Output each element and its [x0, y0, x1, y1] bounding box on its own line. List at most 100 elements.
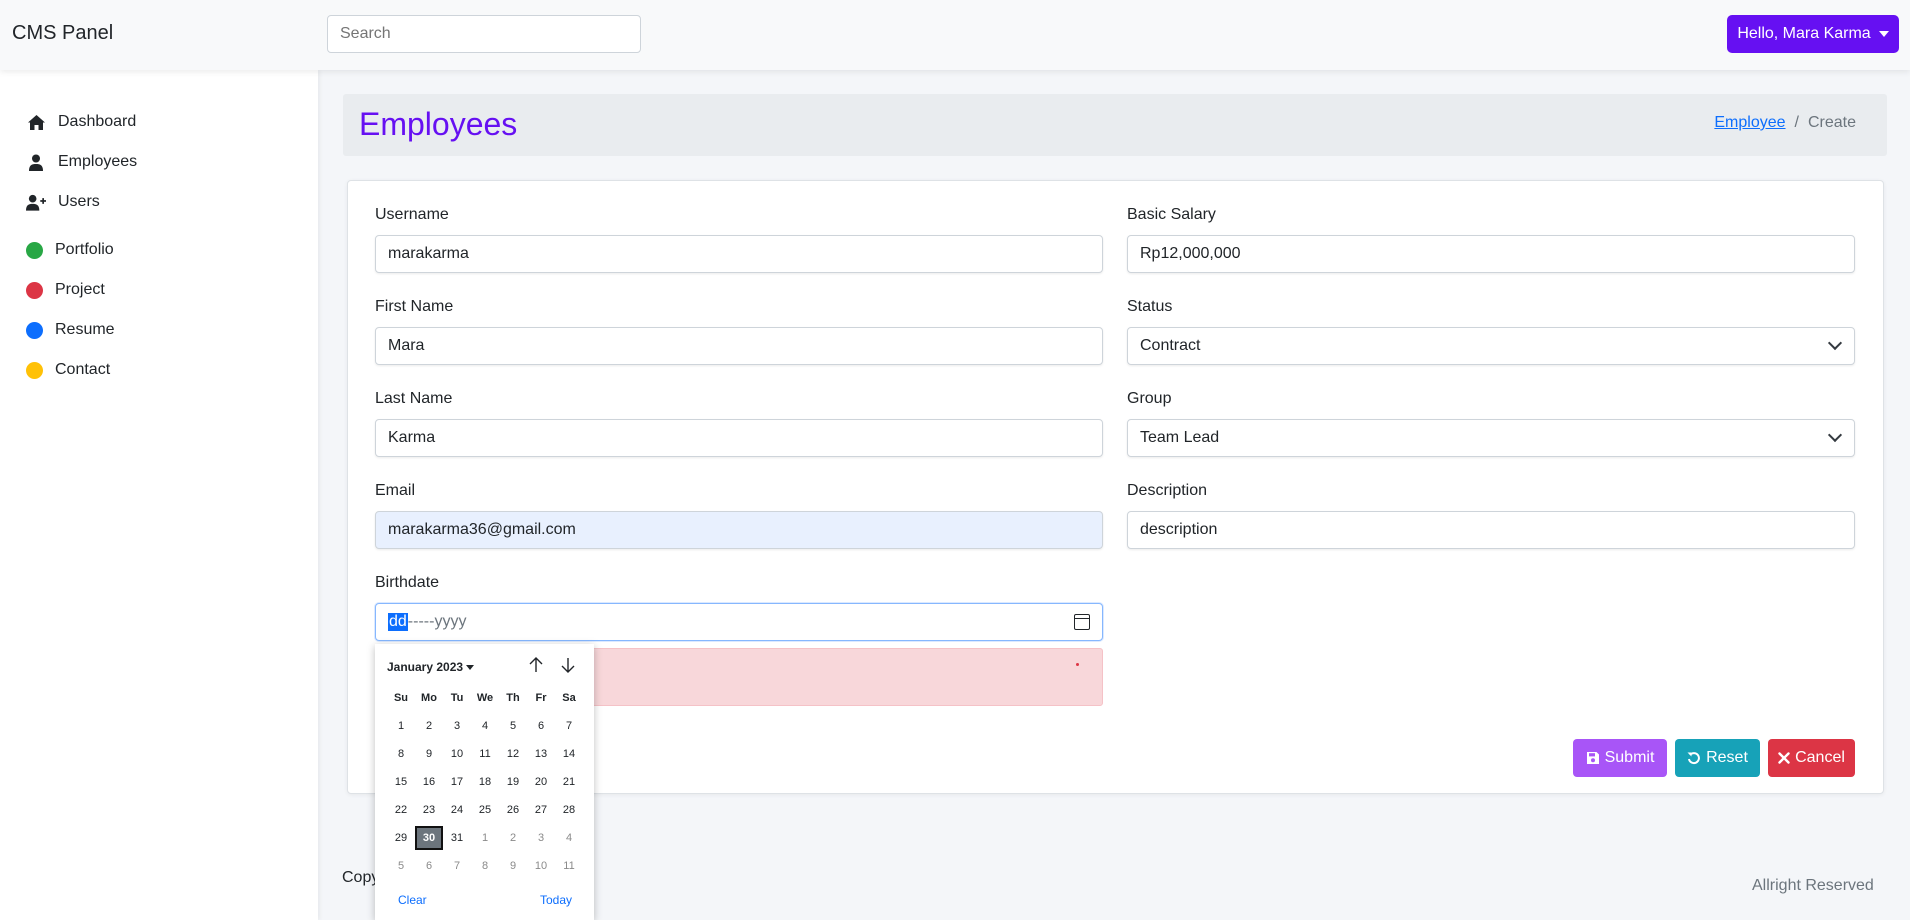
calendar-day[interactable]: 17: [443, 770, 471, 794]
calendar-day[interactable]: 30: [415, 826, 443, 850]
sidebar-item-label: Resume: [55, 321, 115, 338]
user-menu-button[interactable]: Hello, Mara Karma: [1727, 15, 1899, 53]
calendar-day[interactable]: 3: [527, 826, 555, 850]
last-name-input[interactable]: Karma: [375, 419, 1103, 457]
last-name-label: Last Name: [375, 390, 453, 407]
calendar-day[interactable]: 25: [471, 798, 499, 822]
calendar-day[interactable]: 19: [499, 770, 527, 794]
month-year-selector[interactable]: January 2023: [387, 660, 475, 674]
calendar-day[interactable]: 13: [527, 742, 555, 766]
calendar-day[interactable]: 23: [415, 798, 443, 822]
app-title[interactable]: CMS Panel: [12, 22, 113, 45]
calendar-day[interactable]: 3: [443, 714, 471, 738]
calendar-day[interactable]: 28: [555, 798, 583, 822]
calendar-day[interactable]: 2: [415, 714, 443, 738]
calendar-day[interactable]: 26: [499, 798, 527, 822]
calendar-day[interactable]: 29: [387, 826, 415, 850]
email-field[interactable]: marakarma36@gmail.com: [375, 511, 1103, 549]
calendar-day[interactable]: 5: [387, 854, 415, 878]
weekday-label: Tu: [450, 692, 464, 704]
red-dot-icon: [26, 281, 43, 299]
sidebar-item-users[interactable]: Users: [26, 188, 100, 216]
calendar-day[interactable]: 9: [499, 854, 527, 878]
calendar-day[interactable]: 4: [471, 714, 499, 738]
sidebar-item-project[interactable]: Project: [26, 276, 105, 304]
calendar-day[interactable]: 7: [443, 854, 471, 878]
previous-month-button[interactable]: [526, 656, 546, 678]
calendar-day[interactable]: 4: [555, 826, 583, 850]
sidebar-item-label: Portfolio: [55, 241, 114, 258]
sidebar-item-employees[interactable]: Employees: [26, 148, 137, 176]
calendar-icon[interactable]: [1074, 614, 1090, 630]
reset-button[interactable]: Reset: [1675, 739, 1760, 777]
calendar-day[interactable]: 21: [555, 770, 583, 794]
first-name-input[interactable]: Mara: [375, 327, 1103, 365]
weekday-label: Fr: [535, 692, 547, 704]
sidebar-item-contact[interactable]: Contact: [26, 356, 110, 384]
calendar-week-row: 5 6 7 8 9 10 11: [387, 852, 583, 880]
email-value: marakarma36@gmail.com: [388, 521, 576, 538]
calendar-day[interactable]: 6: [415, 854, 443, 878]
basic-salary-label: Basic Salary: [1127, 206, 1216, 223]
calendar-day[interactable]: 11: [471, 742, 499, 766]
calendar-day[interactable]: 14: [555, 742, 583, 766]
blue-dot-icon: [26, 321, 43, 339]
breadcrumb-separator: /: [1794, 114, 1799, 131]
submit-label: Submit: [1604, 749, 1655, 766]
basic-salary-input[interactable]: Rp12,000,000: [1127, 235, 1855, 273]
sidebar-item-resume[interactable]: Resume: [26, 316, 115, 344]
search-input[interactable]: [327, 15, 641, 53]
calendar-day[interactable]: 10: [443, 742, 471, 766]
calendar-day[interactable]: 27: [527, 798, 555, 822]
calendar-day[interactable]: 10: [527, 854, 555, 878]
calendar-week-row: 15 16 17 18 19 20 21: [387, 768, 583, 796]
calendar-day[interactable]: 31: [443, 826, 471, 850]
save-icon: [1586, 752, 1599, 764]
calendar-day[interactable]: 18: [471, 770, 499, 794]
calendar-day[interactable]: 5: [499, 714, 527, 738]
yellow-dot-icon: [26, 361, 43, 379]
group-select[interactable]: Team Lead: [1127, 419, 1855, 457]
calendar-day[interactable]: 15: [387, 770, 415, 794]
calendar-week-row: 8 9 10 11 12 13 14: [387, 740, 583, 768]
calendar-day[interactable]: 24: [443, 798, 471, 822]
sidebar: Dashboard Employees Users Portfolio Proj…: [0, 70, 318, 920]
breadcrumb-link-employee[interactable]: Employee: [1714, 114, 1785, 132]
description-input[interactable]: description: [1127, 511, 1855, 549]
breadcrumb: Employee / Create: [1714, 114, 1856, 132]
calendar-day[interactable]: 8: [471, 854, 499, 878]
first-name-value: Mara: [388, 337, 425, 354]
arrow-up-icon: [529, 657, 543, 672]
calendar-week-row: 22 23 24 25 26 27 28: [387, 796, 583, 824]
calendar-day[interactable]: 11: [555, 854, 583, 878]
status-select[interactable]: Contract: [1127, 327, 1855, 365]
date-picker-popup: January 2023 Su Mo Tu We Th Fr Sa 1 2 3 4 5 6 7 8 9 10 11…: [375, 644, 594, 920]
calendar-day[interactable]: 6: [527, 714, 555, 738]
sidebar-item-dashboard[interactable]: Dashboard: [26, 108, 136, 136]
undo-icon: [1687, 752, 1700, 765]
cancel-button[interactable]: Cancel: [1768, 739, 1855, 777]
clear-date-button[interactable]: Clear: [398, 893, 427, 907]
top-navbar: CMS Panel Hello, Mara Karma: [0, 0, 1910, 70]
calendar-day[interactable]: 16: [415, 770, 443, 794]
calendar-day[interactable]: 8: [387, 742, 415, 766]
submit-button[interactable]: Submit: [1573, 739, 1667, 777]
calendar-day[interactable]: 7: [555, 714, 583, 738]
username-input[interactable]: marakarma: [375, 235, 1103, 273]
calendar-day[interactable]: 2: [499, 826, 527, 850]
calendar-day[interactable]: 12: [499, 742, 527, 766]
today-button[interactable]: Today: [540, 893, 572, 907]
birthdate-day-segment[interactable]: dd: [388, 613, 408, 631]
username-value: marakarma: [388, 245, 469, 262]
birthdate-input[interactable]: dd -----yyyy: [375, 603, 1103, 641]
weekday-label: We: [476, 692, 494, 704]
breadcrumb-current: Create: [1807, 114, 1856, 131]
calendar-day[interactable]: 22: [387, 798, 415, 822]
sidebar-item-portfolio[interactable]: Portfolio: [26, 236, 114, 264]
basic-salary-value: Rp12,000,000: [1140, 245, 1241, 262]
next-month-button[interactable]: [558, 656, 578, 678]
calendar-day[interactable]: 1: [471, 826, 499, 850]
calendar-day[interactable]: 9: [415, 742, 443, 766]
calendar-day[interactable]: 20: [527, 770, 555, 794]
calendar-day[interactable]: 1: [387, 714, 415, 738]
